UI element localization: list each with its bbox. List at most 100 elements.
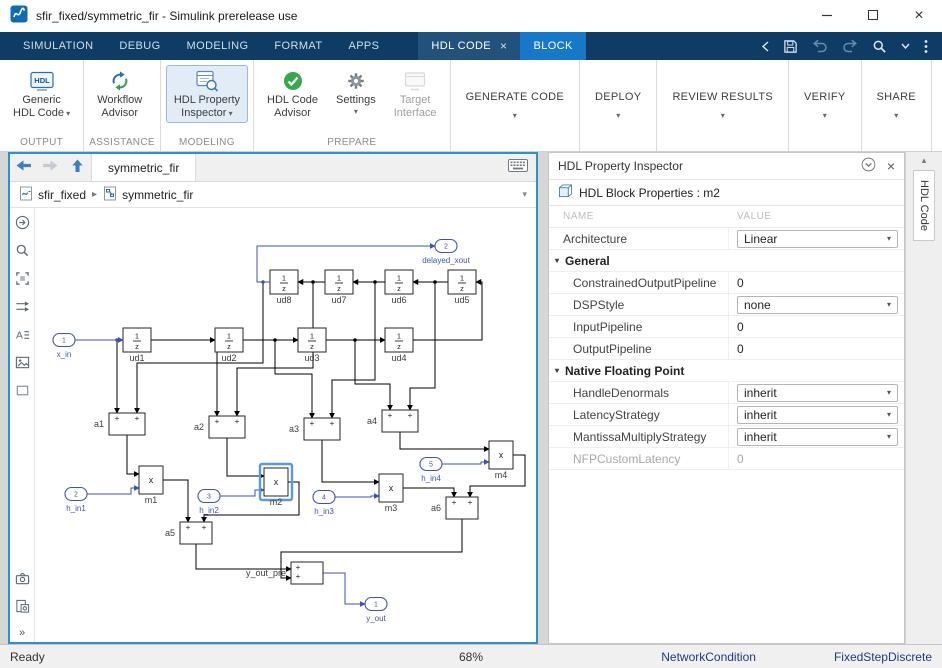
close-button[interactable]: × (896, 0, 942, 32)
target-interface-button[interactable]: TargetInterface (386, 65, 445, 123)
signal-wire[interactable] (127, 435, 139, 474)
block-x_in[interactable]: 1x_in (53, 334, 75, 360)
document-tab[interactable]: symmetric_fir (91, 154, 196, 181)
search-icon[interactable] (872, 39, 887, 54)
tab-hdl-code[interactable]: HDL CODE× (418, 32, 520, 60)
block-h_in1[interactable]: 2h_in1 (65, 488, 87, 514)
block-ud2[interactable]: 1zud2 (215, 328, 243, 363)
back-button[interactable] (10, 154, 37, 181)
breadcrumb-item-symmetric-fir[interactable]: symmetric_fir (103, 186, 193, 204)
toggle-explorer-icon[interactable] (15, 215, 30, 230)
block-ud8[interactable]: 1zud8 (270, 270, 298, 305)
collapse-left-icon[interactable] (761, 41, 769, 52)
block-m1[interactable]: xm1 (139, 466, 163, 505)
viewmark-icon[interactable] (15, 599, 30, 614)
area-icon[interactable] (15, 383, 30, 398)
zoom-icon[interactable] (15, 243, 30, 258)
hdl-property-inspector-button[interactable]: HDL PropertyInspector ▾ (166, 65, 248, 123)
block-a2[interactable]: ++a2 (194, 416, 245, 438)
signal-wire[interactable] (322, 440, 379, 482)
deploy-button[interactable]: DEPLOY▾ (582, 60, 654, 151)
breadcrumb-item-sfir-fixed[interactable]: sfir_fixed (19, 186, 86, 204)
property-dropdown-latencystrategy[interactable]: inherit▾ (737, 406, 898, 424)
signal-wire[interactable] (442, 462, 489, 464)
block-y_out[interactable]: 1y_out (365, 598, 387, 624)
breadcrumb-dropdown-icon[interactable]: ▾ (522, 189, 527, 200)
signal-wire[interactable] (227, 438, 264, 476)
block-a4[interactable]: ++a4 (367, 410, 418, 432)
generic-hdl-code-button[interactable]: HDLGenericHDL Code ▾ (5, 65, 78, 123)
forward-button[interactable] (37, 154, 64, 181)
block-m2[interactable]: xm2 (260, 464, 292, 507)
block-h_in2[interactable]: 3h_in2 (198, 490, 220, 516)
collapse-toolstrip-icon[interactable]: ▴ (922, 155, 927, 166)
workflow-advisor-button[interactable]: WorkflowAdvisor (89, 65, 150, 123)
signal-wire[interactable] (220, 490, 264, 496)
signal-wire[interactable] (323, 573, 365, 604)
signal-wire[interactable] (163, 480, 188, 522)
undo-icon[interactable] (812, 39, 828, 53)
tab-debug[interactable]: DEBUG (106, 32, 173, 60)
block-a6[interactable]: ++a6 (431, 497, 478, 519)
fit-view-icon[interactable] (15, 271, 30, 286)
palette-overflow-button[interactable]: » (19, 627, 25, 639)
more-options-icon[interactable] (924, 39, 928, 54)
block-ud7[interactable]: 1zud7 (325, 270, 353, 305)
block-delayed_xout[interactable]: 2delayed_xout (422, 240, 470, 266)
tab-format[interactable]: FORMAT (261, 32, 335, 60)
caret-down-icon[interactable] (901, 43, 910, 49)
property-value[interactable]: 0 (729, 338, 904, 359)
property-dropdown-architecture[interactable]: Linear▾ (737, 230, 898, 248)
share-button[interactable]: SHARE▾ (864, 60, 929, 151)
block-ud4[interactable]: 1zud4 (385, 328, 413, 363)
block-a5[interactable]: ++a5 (165, 522, 212, 544)
status-solver[interactable]: FixedStepDiscrete (834, 650, 932, 664)
verify-button[interactable]: VERIFY▾ (791, 60, 859, 151)
signal-wire[interactable] (400, 432, 489, 449)
signal-wire[interactable] (87, 488, 139, 494)
block-h_in3[interactable]: 4h_in3 (313, 491, 335, 517)
routing-icon[interactable] (15, 299, 30, 314)
review-results-button[interactable]: REVIEW RESULTS▾ (659, 60, 786, 151)
image-icon[interactable] (15, 355, 30, 370)
property-dropdown-mantissamultiplystrategy[interactable]: inherit▾ (737, 428, 898, 446)
block-a1[interactable]: ++a1 (94, 413, 145, 435)
block-m3[interactable]: xm3 (379, 474, 403, 513)
section-row-native-floating-point[interactable]: ▾Native Floating Point (549, 360, 904, 382)
property-value[interactable]: 0 (729, 316, 904, 337)
tab-apps[interactable]: APPS (335, 32, 392, 60)
block-ud5[interactable]: 1zud5 (448, 270, 476, 305)
redo-icon[interactable] (842, 39, 858, 53)
generate-code-button[interactable]: GENERATE CODE▾ (453, 60, 577, 151)
minimize-button[interactable] (804, 0, 850, 32)
block-ud3[interactable]: 1zud3 (298, 328, 326, 363)
close-tab-icon[interactable]: × (500, 39, 507, 53)
signal-wire[interactable] (403, 488, 454, 497)
block-a3[interactable]: ++a3 (289, 418, 340, 440)
maximize-button[interactable] (850, 0, 896, 32)
inspector-options-icon[interactable] (861, 157, 876, 175)
property-dropdown-handledenormals[interactable]: inherit▾ (737, 384, 898, 402)
inspector-close-icon[interactable]: × (887, 158, 895, 174)
property-value[interactable]: 0 (729, 272, 904, 293)
block-h_in4[interactable]: 5h_in4 (420, 458, 442, 484)
tab-modeling[interactable]: MODELING (174, 32, 262, 60)
block-y_out_pre[interactable]: ++y_out_pre (246, 562, 323, 584)
settings-button[interactable]: Settings▾ (328, 65, 384, 119)
model-canvas[interactable]: 1x_in 2h_in1 3h_in2 4h_in3 5h_in4 2delayed_xo… (35, 208, 536, 642)
hdl-code-dock-tab[interactable]: HDL Code (913, 170, 935, 241)
tab-block[interactable]: BLOCK (520, 32, 585, 60)
block-m4[interactable]: xm4 (489, 441, 513, 480)
tab-simulation[interactable]: SIMULATION (10, 32, 106, 60)
signal-wire[interactable] (410, 282, 435, 410)
block-ud6[interactable]: 1zud6 (385, 270, 413, 305)
annotation-icon[interactable]: A (15, 327, 30, 342)
property-dropdown-dspstyle[interactable]: none▾ (737, 296, 898, 314)
status-network-condition[interactable]: NetworkCondition (661, 650, 756, 664)
save-icon[interactable] (783, 39, 798, 54)
camera-icon[interactable] (15, 571, 30, 586)
signal-wire[interactable] (137, 282, 263, 413)
keyboard-shortcuts-button[interactable] (508, 154, 536, 181)
section-row-general[interactable]: ▾General (549, 250, 904, 272)
up-to-parent-button[interactable] (64, 154, 91, 181)
